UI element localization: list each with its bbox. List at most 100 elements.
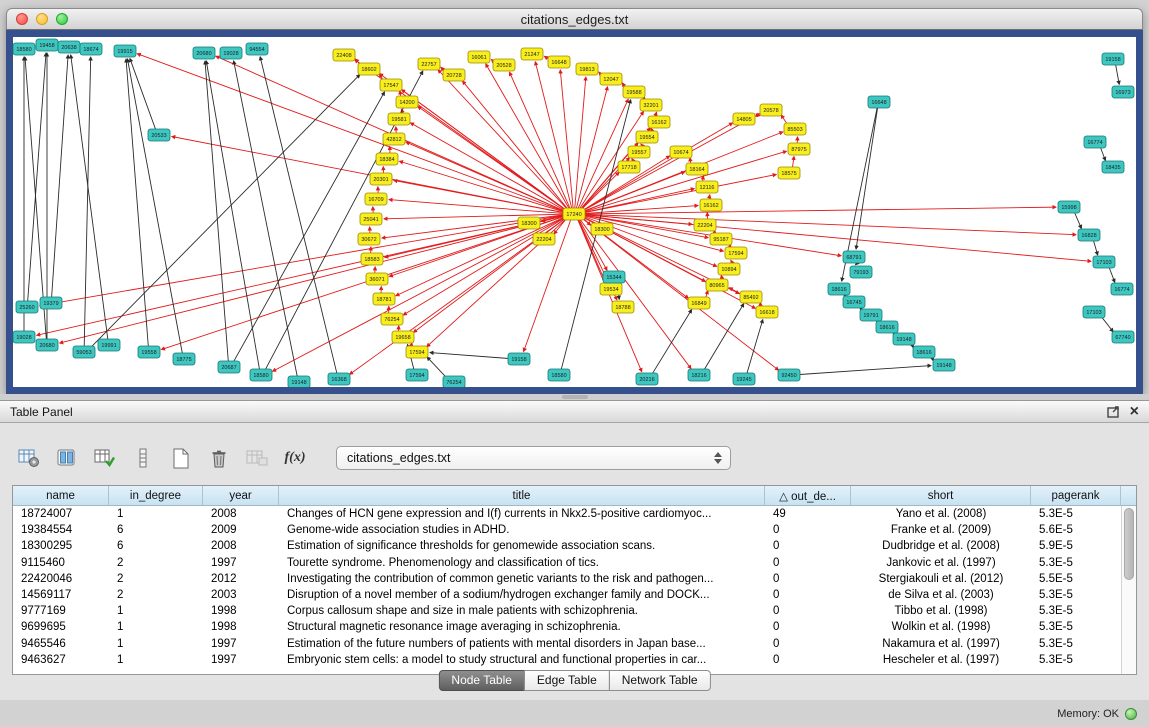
- network-node[interactable]: 16774: [1111, 283, 1133, 295]
- cell-in_degree[interactable]: 2: [109, 557, 203, 569]
- cell-pagerank[interactable]: 5.5E-5: [1031, 573, 1121, 585]
- network-node[interactable]: 10894: [718, 263, 740, 275]
- network-node[interactable]: 19534: [600, 283, 622, 295]
- network-node[interactable]: 30672: [358, 233, 380, 245]
- close-panel-icon[interactable]: ×: [1130, 405, 1139, 419]
- network-node[interactable]: 20680: [193, 47, 215, 59]
- tab-node-table[interactable]: Node Table: [438, 670, 525, 691]
- network-node[interactable]: 16709: [365, 193, 387, 205]
- cell-title[interactable]: Estimation of the future numbers of pati…: [279, 638, 765, 650]
- cell-pagerank[interactable]: 5.3E-5: [1031, 508, 1121, 520]
- cell-pagerank[interactable]: 5.9E-5: [1031, 540, 1121, 552]
- cell-out_degree[interactable]: 0: [765, 557, 851, 569]
- network-node[interactable]: 25260: [16, 301, 38, 313]
- network-node[interactable]: 17594: [406, 369, 428, 381]
- network-node[interactable]: 59053: [73, 346, 95, 358]
- network-node[interactable]: 16648: [868, 96, 890, 108]
- network-node[interactable]: 85503: [784, 123, 806, 135]
- cell-out_degree[interactable]: 0: [765, 638, 851, 650]
- cell-title[interactable]: Disruption of a novel member of a sodium…: [279, 589, 765, 601]
- cell-year[interactable]: 1998: [203, 621, 279, 633]
- network-node[interactable]: 19158: [508, 353, 530, 365]
- network-node[interactable]: 19558: [138, 346, 160, 358]
- cell-name[interactable]: 9777169: [13, 605, 109, 617]
- network-node[interactable]: 16973: [1112, 86, 1134, 98]
- cell-name[interactable]: 14569117: [13, 589, 109, 601]
- cell-name[interactable]: 19384554: [13, 524, 109, 536]
- minimize-window-icon[interactable]: [36, 13, 48, 25]
- cell-year[interactable]: 1997: [203, 557, 279, 569]
- network-node[interactable]: 22204: [694, 219, 716, 231]
- network-node[interactable]: 20533: [148, 129, 170, 141]
- cell-out_degree[interactable]: 0: [765, 654, 851, 666]
- cell-out_degree[interactable]: 0: [765, 605, 851, 617]
- network-node[interactable]: 18216: [688, 369, 710, 381]
- network-node[interactable]: 12047: [600, 73, 622, 85]
- cell-year[interactable]: 2009: [203, 524, 279, 536]
- splitter-grip-icon[interactable]: [562, 395, 588, 399]
- network-node[interactable]: 17103: [1083, 306, 1105, 318]
- network-node[interactable]: 15998: [1058, 201, 1080, 213]
- network-node[interactable]: 20680: [36, 339, 58, 351]
- network-node[interactable]: 18616: [913, 346, 935, 358]
- network-node[interactable]: 18788: [612, 301, 634, 313]
- function-builder-icon[interactable]: f(x): [282, 445, 308, 471]
- column-header-short[interactable]: short: [851, 486, 1031, 505]
- cell-in_degree[interactable]: 1: [109, 508, 203, 520]
- cell-in_degree[interactable]: 1: [109, 621, 203, 633]
- column-header-out_degree[interactable]: △ out_de...: [765, 486, 851, 505]
- network-graph[interactable]: 1724022408186021754714200195812275720728…: [13, 37, 1136, 387]
- cell-name[interactable]: 9115460: [13, 557, 109, 569]
- network-node[interactable]: 36071: [366, 273, 388, 285]
- vertical-scrollbar[interactable]: [1121, 506, 1136, 674]
- network-node[interactable]: 19028: [220, 47, 242, 59]
- window-titlebar[interactable]: citations_edges.txt: [6, 8, 1143, 30]
- network-node[interactable]: 17594: [406, 346, 428, 358]
- network-node[interactable]: 20578: [760, 104, 782, 116]
- network-node[interactable]: 18781: [373, 293, 395, 305]
- cell-name[interactable]: 22420046: [13, 573, 109, 585]
- cell-pagerank[interactable]: 5.3E-5: [1031, 621, 1121, 633]
- network-node[interactable]: 68791: [843, 251, 865, 263]
- network-node[interactable]: 25041: [360, 213, 382, 225]
- network-node[interactable]: 16774: [1084, 136, 1106, 148]
- import-table-icon[interactable]: [92, 445, 118, 471]
- network-node[interactable]: 16618: [756, 306, 778, 318]
- close-window-icon[interactable]: [16, 13, 28, 25]
- cell-pagerank[interactable]: 5.6E-5: [1031, 524, 1121, 536]
- zoom-window-icon[interactable]: [56, 13, 68, 25]
- network-node[interactable]: 16745: [843, 296, 865, 308]
- cell-name[interactable]: 9699695: [13, 621, 109, 633]
- column-header-in_degree[interactable]: in_degree: [109, 486, 203, 505]
- network-node[interactable]: 85492: [740, 291, 762, 303]
- network-node[interactable]: 16368: [328, 373, 350, 385]
- cell-out_degree[interactable]: 0: [765, 524, 851, 536]
- cell-name[interactable]: 9465546: [13, 638, 109, 650]
- network-node[interactable]: 16648: [548, 56, 570, 68]
- network-node[interactable]: 16828: [1078, 229, 1100, 241]
- cell-out_degree[interactable]: 0: [765, 573, 851, 585]
- network-node[interactable]: 15344: [603, 271, 625, 283]
- network-node[interactable]: 21247: [521, 48, 543, 60]
- cell-year[interactable]: 1997: [203, 638, 279, 650]
- cell-title[interactable]: Corpus callosum shape and size in male p…: [279, 605, 765, 617]
- cell-short[interactable]: Dudbridge et al. (2008): [851, 540, 1031, 552]
- tab-network-table[interactable]: Network Table: [609, 670, 711, 691]
- table-row[interactable]: 969969511998Structural magnetic resonanc…: [13, 619, 1121, 635]
- network-node[interactable]: 42812: [383, 133, 405, 145]
- network-node[interactable]: 18384: [376, 153, 398, 165]
- cell-out_degree[interactable]: 0: [765, 589, 851, 601]
- table-row[interactable]: 946362711997Embryonic stem cells: a mode…: [13, 652, 1121, 668]
- table-row[interactable]: 1938455462009Genome-wide association stu…: [13, 522, 1121, 538]
- cell-short[interactable]: Franke et al. (2009): [851, 524, 1031, 536]
- cell-out_degree[interactable]: 0: [765, 621, 851, 633]
- network-node[interactable]: 10674: [670, 146, 692, 158]
- network-node[interactable]: 19245: [733, 373, 755, 385]
- network-node[interactable]: 19557: [628, 146, 650, 158]
- network-node[interactable]: 19658: [392, 331, 414, 343]
- network-node[interactable]: 79193: [850, 266, 872, 278]
- network-node[interactable]: 16162: [648, 116, 670, 128]
- network-node[interactable]: 17547: [380, 79, 402, 91]
- network-node[interactable]: 22204: [533, 233, 555, 245]
- cell-year[interactable]: 1997: [203, 654, 279, 666]
